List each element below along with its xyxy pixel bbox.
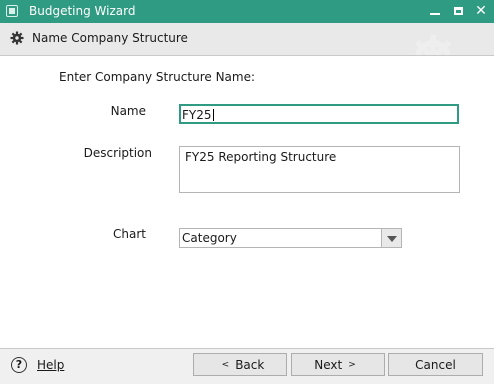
description-textarea[interactable]: FY25 Reporting Structure: [179, 146, 460, 193]
step-title: Name Company Structure: [32, 31, 188, 45]
chart-select-value: Category: [182, 231, 237, 245]
window-title: Budgeting Wizard: [29, 4, 136, 18]
chart-select[interactable]: Category: [179, 228, 402, 248]
back-button[interactable]: < Back: [193, 353, 287, 376]
description-label: Description: [83, 146, 152, 160]
app-icon: [6, 5, 18, 17]
name-input-value: FY25: [182, 108, 212, 122]
chevron-down-icon[interactable]: [381, 229, 401, 247]
minimize-button[interactable]: [426, 3, 444, 20]
gear-watermark-icon: [414, 35, 452, 55]
wizard-step-header: Name Company Structure: [0, 23, 494, 56]
close-button[interactable]: ✕: [472, 3, 490, 20]
wizard-body: Enter Company Structure Name: Name FY25 …: [0, 56, 494, 348]
cancel-button[interactable]: Cancel: [388, 353, 483, 376]
help-link[interactable]: Help: [37, 358, 64, 372]
description-value: FY25 Reporting Structure: [185, 150, 337, 164]
cancel-button-label: Cancel: [415, 357, 456, 372]
back-arrow-icon: <: [221, 359, 230, 370]
name-label: Name: [110, 104, 146, 118]
chart-label: Chart: [113, 227, 146, 241]
form-prompt: Enter Company Structure Name:: [59, 70, 256, 84]
name-input[interactable]: FY25: [179, 104, 459, 124]
next-arrow-icon: >: [348, 359, 356, 370]
gear-icon: [10, 31, 24, 45]
back-button-label: Back: [235, 357, 265, 372]
next-button-label: Next: [314, 357, 343, 372]
maximize-button[interactable]: [450, 3, 468, 20]
budgeting-wizard-window: Budgeting Wizard ✕ Name Company Structur…: [0, 0, 494, 384]
wizard-footer: ? Help < Back Next > Cancel: [0, 348, 494, 384]
next-button[interactable]: Next >: [291, 353, 385, 376]
text-cursor: [212, 109, 214, 121]
title-bar[interactable]: Budgeting Wizard ✕: [0, 0, 494, 23]
help-icon[interactable]: ?: [11, 357, 27, 373]
